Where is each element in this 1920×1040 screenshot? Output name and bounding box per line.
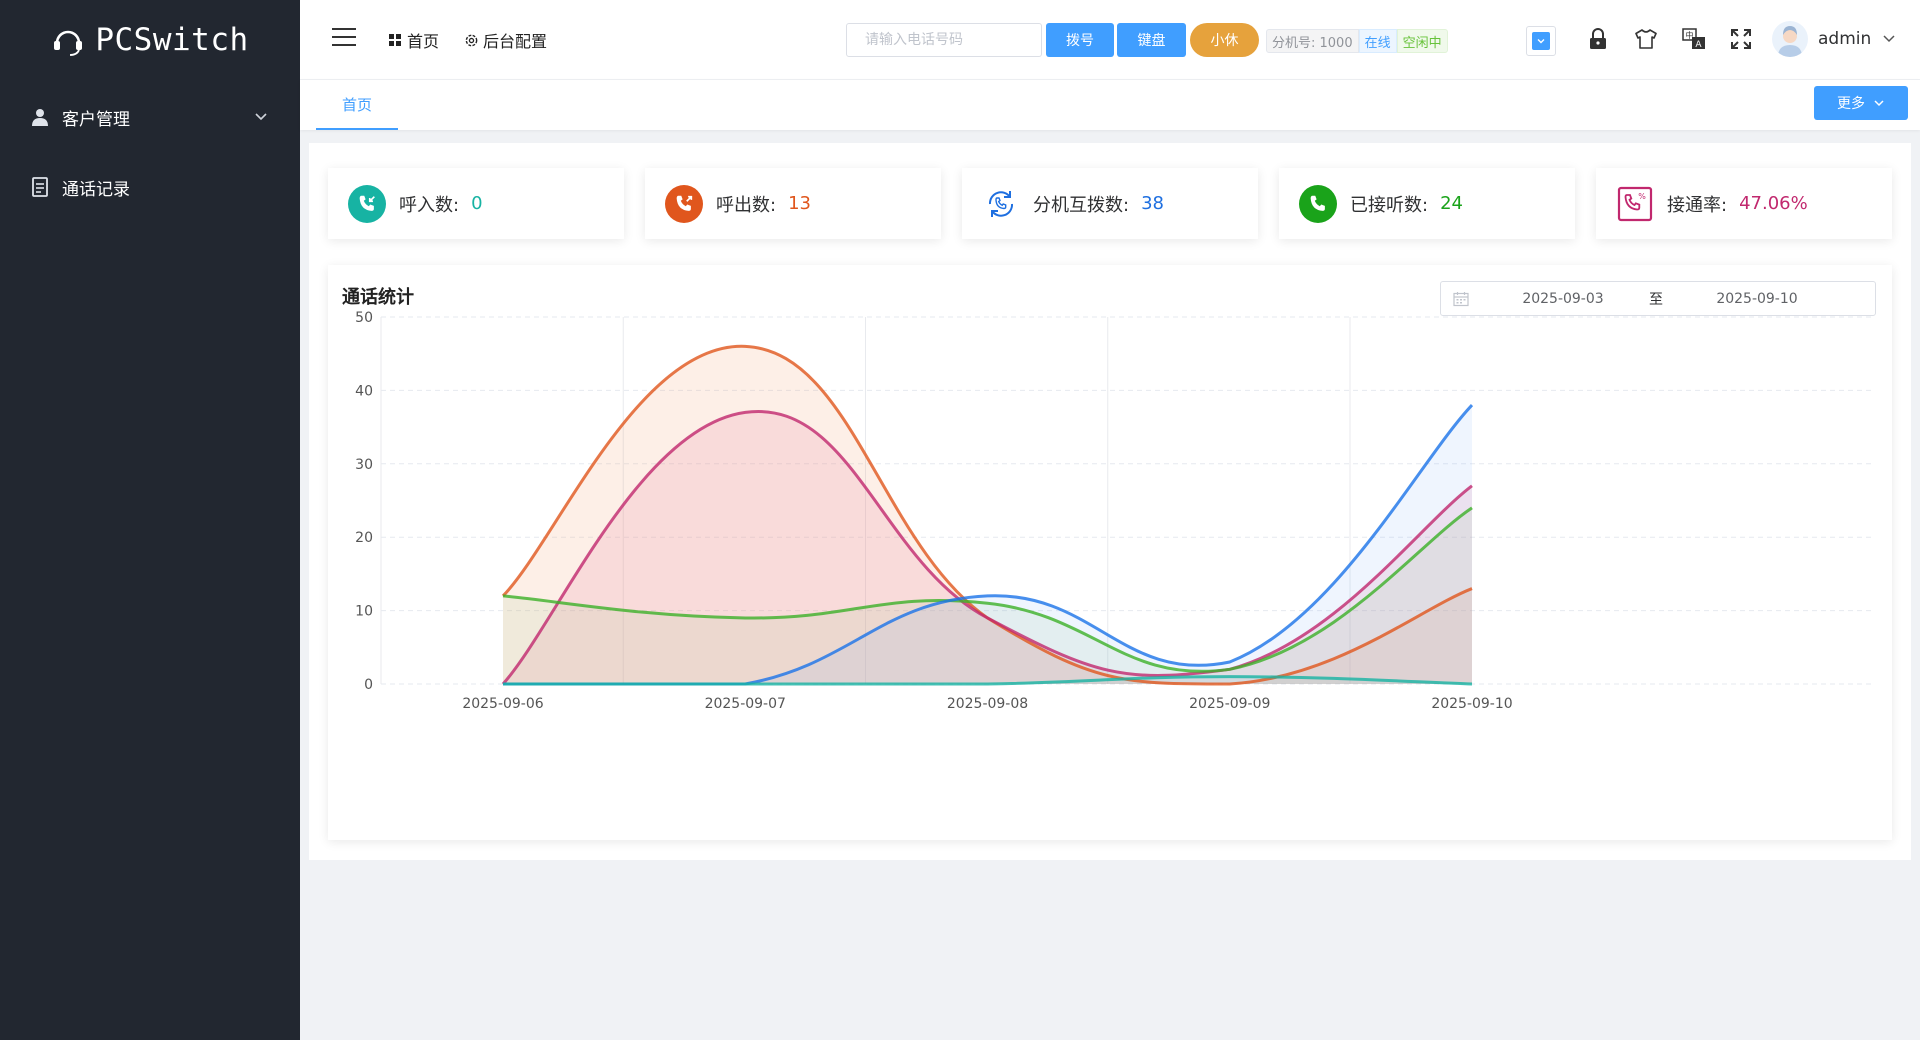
stat-card-answered: 已接听数: 24	[1279, 168, 1575, 239]
sidebar-item-label: 客户管理	[62, 109, 130, 130]
lock-icon[interactable]	[1585, 26, 1611, 52]
call-stats-chart: 0 10 20 30 40 50 2025-09-06 2025-09-07 2025-09-0…	[355, 310, 1873, 712]
stat-label: 呼入数:	[399, 194, 460, 216]
x-tick-label: 2025-09-07	[705, 696, 786, 712]
app-logo[interactable]: PCSwitch	[0, 0, 300, 80]
stat-card-connection-rate: % 接通率: 47.06%	[1596, 168, 1892, 239]
avatar[interactable]	[1772, 21, 1808, 57]
more-button-label: 更多	[1837, 96, 1865, 112]
date-separator: 至	[1649, 291, 1663, 308]
stat-card-outgoing: 呼出数: 13	[645, 168, 941, 239]
nav-config[interactable]: 后台配置	[464, 28, 547, 52]
keyboard-button[interactable]: 键盘	[1117, 23, 1186, 57]
chart-title: 通话统计	[342, 287, 414, 308]
status-badge-online: 在线	[1358, 29, 1397, 53]
y-tick-label: 0	[364, 677, 373, 693]
theme-icon[interactable]	[1633, 26, 1659, 52]
x-tick-label: 2025-09-08	[947, 696, 1028, 712]
y-tick-label: 40	[355, 383, 373, 399]
outgoing-call-icon	[665, 184, 703, 223]
extension-status: 分机号: 1000 在线 空闲中	[1266, 29, 1448, 53]
stat-label: 分机互拨数:	[1033, 194, 1130, 216]
document-icon	[30, 177, 50, 197]
x-tick-label: 2025-09-09	[1189, 696, 1270, 712]
more-button[interactable]: 更多	[1814, 86, 1908, 120]
svg-text:%: %	[1638, 192, 1646, 201]
answered-call-icon	[1299, 184, 1337, 223]
dashboard-content: 呼入数: 0 呼出数: 13 分机互拨数: 38 已接听数: 24 % 接通率:…	[309, 143, 1911, 860]
phone-number-input[interactable]	[846, 23, 1042, 57]
date-range-picker[interactable]: 2025-09-03 至 2025-09-10	[1440, 281, 1876, 316]
nav-config-label: 后台配置	[483, 32, 548, 51]
logo-text: PCSwitch	[95, 22, 249, 58]
chevron-down-icon	[1532, 32, 1550, 50]
top-header: 首页 后台配置 拨号 键盘 小休 分机号: 1000 在线 空闲中 中A adm…	[300, 0, 1920, 80]
connection-rate-icon: %	[1616, 185, 1654, 223]
sidebar-item-label: 通话记录	[62, 179, 130, 200]
stat-label: 呼出数:	[716, 194, 777, 216]
sidebar-item-customers[interactable]: 客户管理	[0, 82, 300, 152]
y-tick-label: 30	[355, 457, 373, 473]
stat-value: 24	[1440, 193, 1463, 214]
status-badge-idle: 空闲中	[1396, 29, 1448, 53]
nav-home-label: 首页	[407, 32, 440, 51]
nav-home[interactable]: 首页	[388, 28, 439, 52]
chevron-down-icon	[1874, 100, 1884, 107]
stat-card-incoming: 呼入数: 0	[328, 168, 624, 239]
user-name[interactable]: admin	[1818, 29, 1871, 49]
tab-home[interactable]: 首页	[316, 80, 398, 130]
translate-icon[interactable]: 中A	[1681, 26, 1707, 52]
rest-button[interactable]: 小休	[1190, 23, 1259, 57]
stat-label: 接通率:	[1667, 194, 1728, 216]
y-tick-label: 10	[355, 604, 373, 620]
y-tick-label: 20	[355, 530, 373, 546]
stat-value: 13	[788, 193, 811, 214]
grid-icon	[389, 34, 401, 46]
stat-card-extension-calls: 分机互拨数: 38	[962, 168, 1258, 239]
gear-icon	[465, 34, 478, 46]
calendar-icon	[1453, 292, 1469, 307]
stat-value: 47.06%	[1739, 193, 1808, 214]
date-start-input[interactable]: 2025-09-03	[1493, 291, 1633, 307]
call-stats-panel: 0 10 20 30 40 50 2025-09-06 2025-09-07 2025-09-0…	[328, 265, 1892, 840]
menu-toggle-icon[interactable]	[332, 28, 356, 48]
stat-value: 0	[471, 193, 483, 214]
tabs-bar: 首页 更多	[300, 80, 1920, 130]
fullscreen-icon[interactable]	[1728, 26, 1754, 52]
extension-number: 分机号: 1000	[1266, 29, 1359, 53]
incoming-call-icon	[348, 184, 386, 223]
user-icon	[30, 107, 50, 127]
chevron-down-icon[interactable]	[1882, 32, 1896, 46]
layout-select[interactable]	[1526, 26, 1556, 56]
call-transfer-icon	[982, 185, 1020, 223]
x-tick-label: 2025-09-10	[1431, 696, 1512, 712]
sidebar: PCSwitch 客户管理 通话记录	[0, 0, 300, 1040]
stat-label: 已接听数:	[1350, 194, 1429, 216]
date-end-input[interactable]: 2025-09-10	[1687, 291, 1827, 307]
dial-button[interactable]: 拨号	[1046, 23, 1114, 57]
chevron-down-icon	[255, 113, 267, 121]
stat-value: 38	[1141, 193, 1164, 214]
headset-icon	[54, 30, 83, 56]
sidebar-item-call-records[interactable]: 通话记录	[0, 152, 300, 222]
svg-text:A: A	[1695, 40, 1702, 50]
y-tick-label: 50	[355, 310, 373, 326]
x-tick-label: 2025-09-06	[462, 696, 543, 712]
